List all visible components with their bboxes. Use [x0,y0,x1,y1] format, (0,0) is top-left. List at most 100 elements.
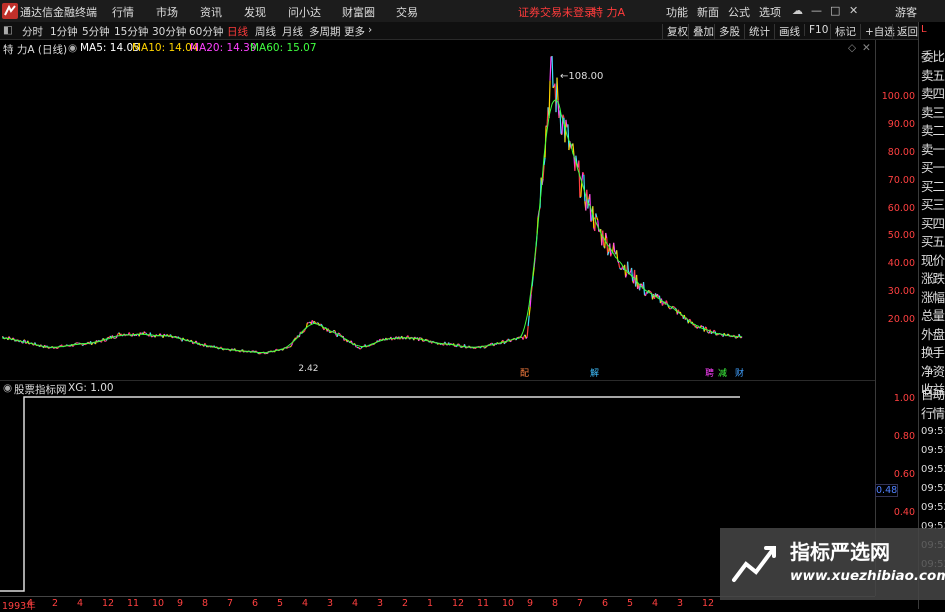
price-segment [527,326,528,337]
btn-f10[interactable]: F10 [804,24,828,36]
quote-row-label: 净资 [921,361,944,380]
ma10-label: MA10: 14.04 [132,42,199,54]
cloud-icon[interactable]: ☁ [792,4,803,17]
price-segment [105,341,106,342]
period-1min[interactable]: 1分钟 [50,24,78,39]
user-label[interactable]: 游客 [895,4,917,20]
menu-new-page[interactable]: 新面 [697,4,719,20]
maximize-icon[interactable]: □ [830,4,840,17]
diamond-icon[interactable]: ◇ [848,42,856,54]
quote-row-label: 卖五 [921,65,944,84]
menu-news[interactable]: 资讯 [200,4,222,20]
price-segment [610,243,611,256]
event-marker[interactable]: 减 [718,366,727,379]
price-segment [357,347,358,348]
menu-markets[interactable]: 市场 [156,4,178,20]
btn-draw[interactable]: 画线 [774,24,800,39]
ma20-label: MA20: 14.39 [190,42,257,54]
btn-add-watch[interactable]: +自选 [860,24,895,39]
menu-ask[interactable]: 问小达 [288,4,321,20]
price-segment [291,344,292,346]
price-segment [668,307,669,309]
period-multi[interactable]: 多周期 [309,24,341,39]
price-segment [334,330,335,331]
menu-market[interactable]: 行情 [112,4,134,20]
price-segment [145,333,146,334]
indicator-header: ◉ 股票指标网 XG: 1.00 [0,380,875,395]
price-segment [529,307,530,316]
time-tick: 3 [377,598,383,609]
time-tick: 6 [602,598,608,609]
time-tick: 11 [477,598,489,609]
price-segment [508,339,509,340]
login-status[interactable]: 证券交易未登录 [518,4,595,20]
quote-row-label: 卖四 [921,83,944,102]
period-monthly[interactable]: 月线 [282,24,303,39]
period-more[interactable]: 更多 [344,24,365,39]
tick-panel-label[interactable]: 行情 [921,403,944,422]
btn-adjust[interactable]: 复权 [662,24,688,39]
settings-icon[interactable]: ◉ [68,42,77,54]
ma5-label: MA5: 14.05 [80,42,140,54]
event-marker[interactable]: 配 [520,366,529,379]
btn-overlay[interactable]: 叠加 [688,24,714,39]
period-60min[interactable]: 60分钟 [189,24,223,39]
price-chart[interactable]: ←108.00 2.42 [0,56,875,378]
quote-panel: L 委比卖五卖四卖三卖二卖一买一买二买三买四买五现价涨跌涨幅总量外盘换手净资收益… [918,22,945,609]
price-segment [314,321,315,323]
period-15min[interactable]: 15分钟 [114,24,148,39]
btn-multi-stock[interactable]: 多股 [714,24,740,39]
price-segment [724,333,725,334]
price-segment [380,339,381,340]
menu-trade[interactable]: 交易 [396,4,418,20]
price-segment [523,336,524,340]
price-segment [736,337,737,338]
price-segment [675,308,676,309]
period-intraday[interactable]: 分时 [22,24,43,39]
collapse-icon[interactable]: ◧ [3,24,13,36]
menu-options[interactable]: 选项 [759,4,781,20]
indicator-settings-icon[interactable]: ◉ [3,382,12,394]
ind-tick: 0.40 [894,507,915,518]
menu-discover[interactable]: 发现 [244,4,266,20]
event-markers: 配 解 聘减财 [0,366,875,378]
menu-wealth[interactable]: 财富圈 [342,4,375,20]
quote-row-label: 外盘 [921,324,944,343]
price-segment [550,57,551,81]
btn-back[interactable]: 返回 [892,24,918,39]
price-segment [360,348,361,349]
menu-formula[interactable]: 公式 [728,4,750,20]
time-tick: 10 [502,598,514,609]
chevron-right-icon[interactable]: › [368,24,372,36]
app-title: 通达信金融终端 [20,4,97,20]
minimize-icon[interactable]: — [811,4,822,17]
btn-mark[interactable]: 标记 [830,24,856,39]
time-tick: 3 [327,598,333,609]
price-segment [256,351,257,352]
time-tick: 7 [577,598,583,609]
price-segment [290,346,291,347]
menu-function[interactable]: 功能 [666,4,688,20]
btn-stats[interactable]: 统计 [744,24,770,39]
close-icon[interactable]: ✕ [849,4,858,17]
event-marker[interactable]: 聘 [705,366,714,379]
quote-row-label: 委比 [921,46,944,65]
time-tick: 4 [352,598,358,609]
period-daily[interactable]: 日线 [227,24,248,39]
price-segment [666,301,667,304]
price-segment [9,337,10,339]
close-panel-icon[interactable]: ✕ [862,42,871,54]
period-30min[interactable]: 30分钟 [152,24,186,39]
tick-time: 09:51 [921,426,945,437]
tick-panel-label[interactable]: 自动 [921,384,944,403]
price-segment [553,87,554,88]
event-marker[interactable]: 财 [735,366,744,379]
price-segment [707,332,708,333]
time-tick: 4 [302,598,308,609]
quote-row-label: 卖二 [921,120,944,139]
price-segment [484,348,485,349]
ma60-line [2,100,742,353]
event-marker[interactable]: 解 [590,366,599,379]
period-weekly[interactable]: 周线 [255,24,276,39]
period-5min[interactable]: 5分钟 [82,24,110,39]
